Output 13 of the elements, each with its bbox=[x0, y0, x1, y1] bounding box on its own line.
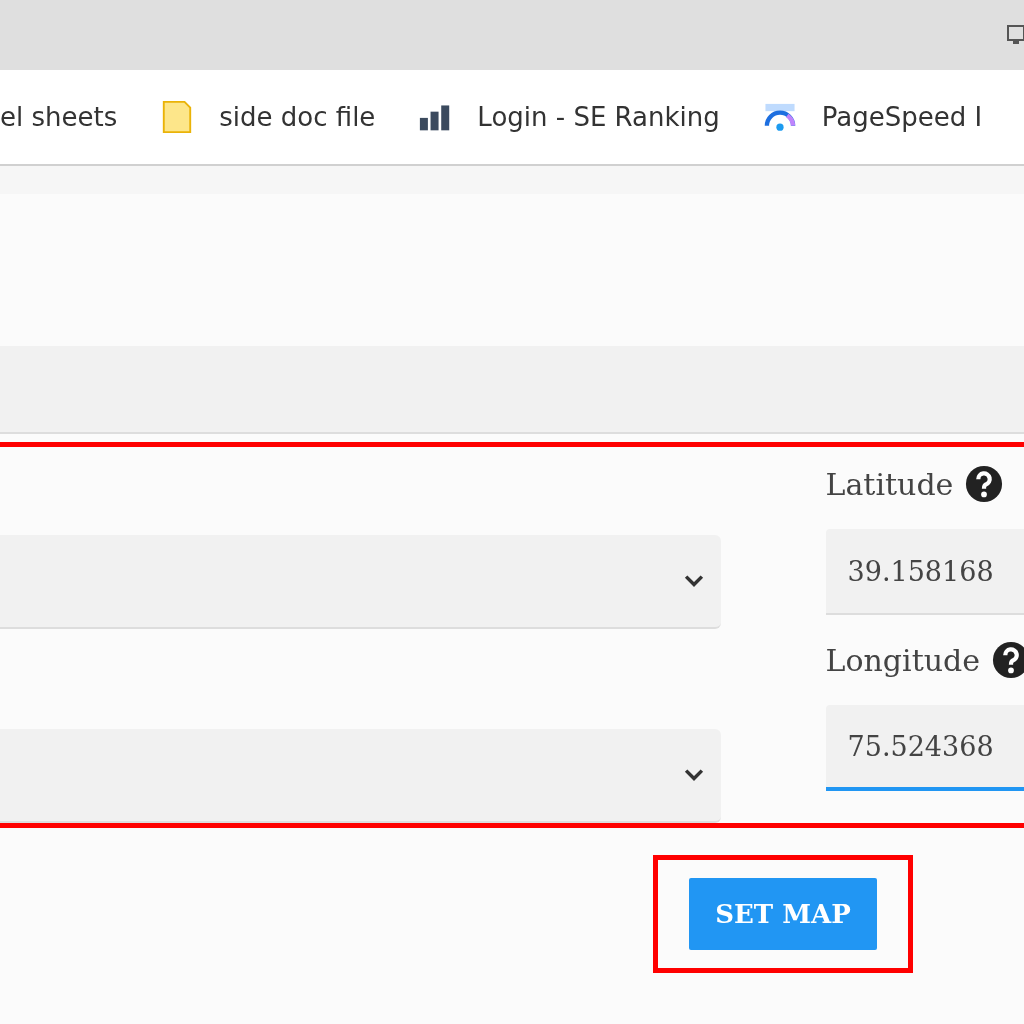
document-icon bbox=[161, 100, 194, 134]
bookmark-link[interactable]: side doc file bbox=[219, 102, 376, 132]
field-label: Latitude bbox=[825, 466, 954, 502]
chevron-down-icon bbox=[682, 574, 705, 588]
help-icon[interactable] bbox=[992, 641, 1024, 679]
input-field[interactable]: 75.524368 bbox=[825, 705, 1024, 791]
bookmark-link[interactable]: el sheets bbox=[0, 102, 118, 132]
input-field[interactable]: 39.158168 bbox=[825, 529, 1024, 615]
chevron-down-icon bbox=[682, 768, 705, 782]
field-label: Longitude bbox=[825, 642, 980, 678]
bookmark-link[interactable]: Login - SE Ranking bbox=[477, 102, 720, 132]
help-icon[interactable] bbox=[965, 465, 1004, 503]
bookmark-link[interactable]: PageSpeed I bbox=[821, 102, 983, 132]
